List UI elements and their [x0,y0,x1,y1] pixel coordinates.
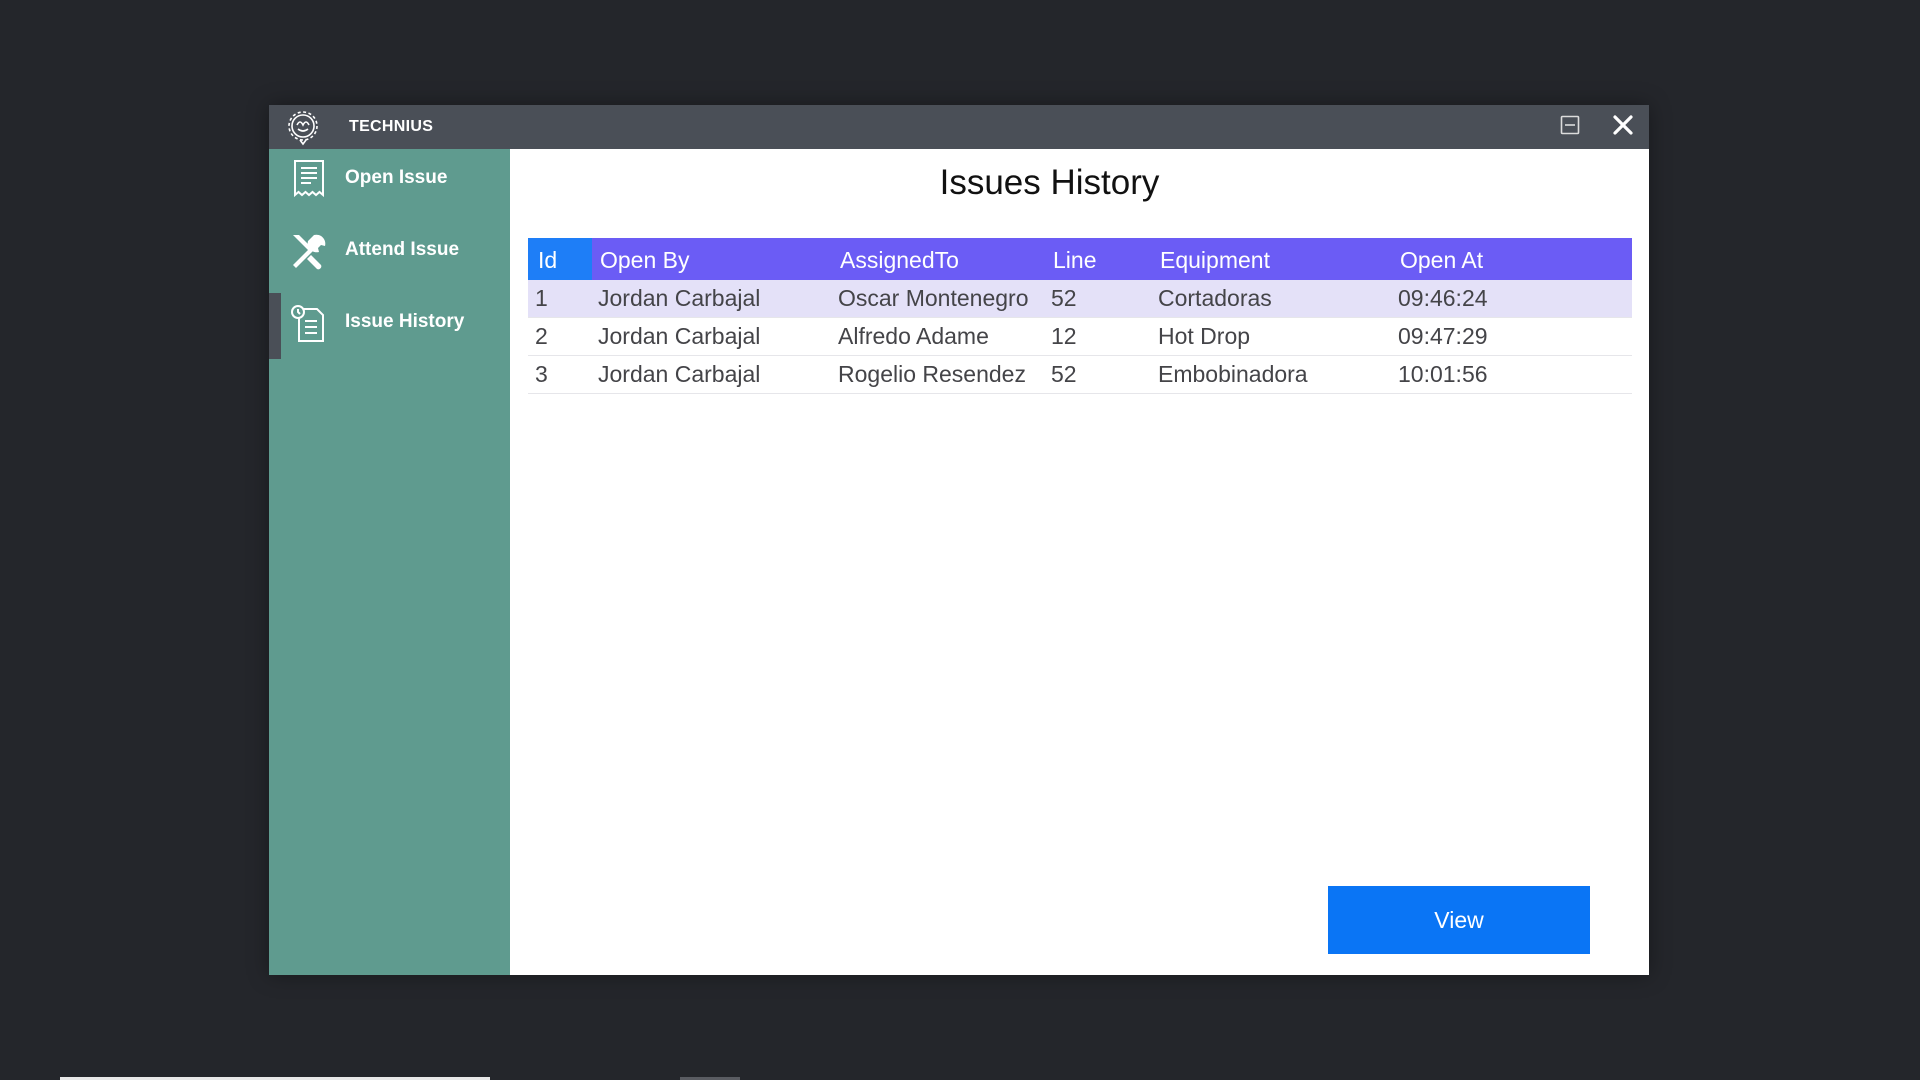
cell-equipment: Cortadoras [1158,285,1272,311]
cell-open-by: Jordan Carbajal [598,361,761,387]
cell-open-at: 09:47:29 [1398,323,1488,349]
sidebar: Open Issue Attend Issue Issue History [269,149,510,975]
column-header-line[interactable]: Line [1053,238,1096,280]
cell-equipment: Hot Drop [1158,323,1251,349]
column-header-id[interactable]: Id [538,238,557,280]
cell-assigned-to: Alfredo Adame [838,323,989,349]
sidebar-item-label: Issue History [345,311,465,332]
issues-table: Id Open By AssignedTo Line Equipment Ope… [528,238,1632,394]
cell-open-by: Jordan Carbajal [598,323,761,349]
view-button[interactable]: View [1328,886,1590,954]
title-bar: TECHNIUS [269,105,1649,149]
table-row[interactable]: 1 Jordan Carbajal Oscar Montenegro 52 Co… [528,280,1632,318]
cell-open-by: Jordan Carbajal [598,285,761,311]
sidebar-item-attend-issue[interactable]: Attend Issue [269,221,510,281]
minimize-button[interactable] [1552,111,1588,143]
brain-gear-logo-icon [283,107,323,147]
column-header-equipment[interactable]: Equipment [1160,238,1270,280]
cell-line: 52 [1051,285,1077,311]
close-icon [1612,114,1634,141]
column-header-open-at[interactable]: Open At [1400,238,1483,280]
cell-line: 52 [1051,361,1077,387]
sidebar-item-issue-history[interactable]: Issue History [269,293,510,359]
cell-equipment: Embobinadora [1158,361,1308,387]
main-content: Issues History Id Open By AssignedTo Lin… [510,149,1649,975]
cell-open-at: 09:46:24 [1398,285,1488,311]
sidebar-item-label: Open Issue [345,167,448,188]
table-header: Id Open By AssignedTo Line Equipment Ope… [528,238,1632,280]
document-icon [287,157,331,201]
cell-open-at: 10:01:56 [1398,361,1488,387]
minimize-icon [1559,114,1581,141]
cell-assigned-to: Oscar Montenegro [838,285,1029,311]
sidebar-item-label: Attend Issue [345,239,460,260]
history-icon [287,301,331,345]
close-button[interactable] [1605,111,1641,143]
sidebar-item-open-issue[interactable]: Open Issue [269,149,510,209]
app-window: TECHNIUS Open Issue Attend Issue Issue H… [269,105,1649,975]
tools-icon [287,229,331,273]
cell-id: 2 [535,323,548,349]
active-indicator [269,293,281,359]
table-row[interactable]: 2 Jordan Carbajal Alfredo Adame 12 Hot D… [528,318,1632,356]
cell-id: 1 [535,285,548,311]
cell-assigned-to: Rogelio Resendez [838,361,1026,387]
column-header-open-by[interactable]: Open By [600,238,690,280]
cell-line: 12 [1051,323,1077,349]
cell-id: 3 [535,361,548,387]
desktop: TECHNIUS Open Issue Attend Issue Issue H… [0,0,1920,1080]
app-title: TECHNIUS [349,118,434,135]
table-row[interactable]: 3 Jordan Carbajal Rogelio Resendez 52 Em… [528,356,1632,394]
page-title: Issues History [939,163,1160,202]
column-header-assigned-to[interactable]: AssignedTo [840,238,959,280]
